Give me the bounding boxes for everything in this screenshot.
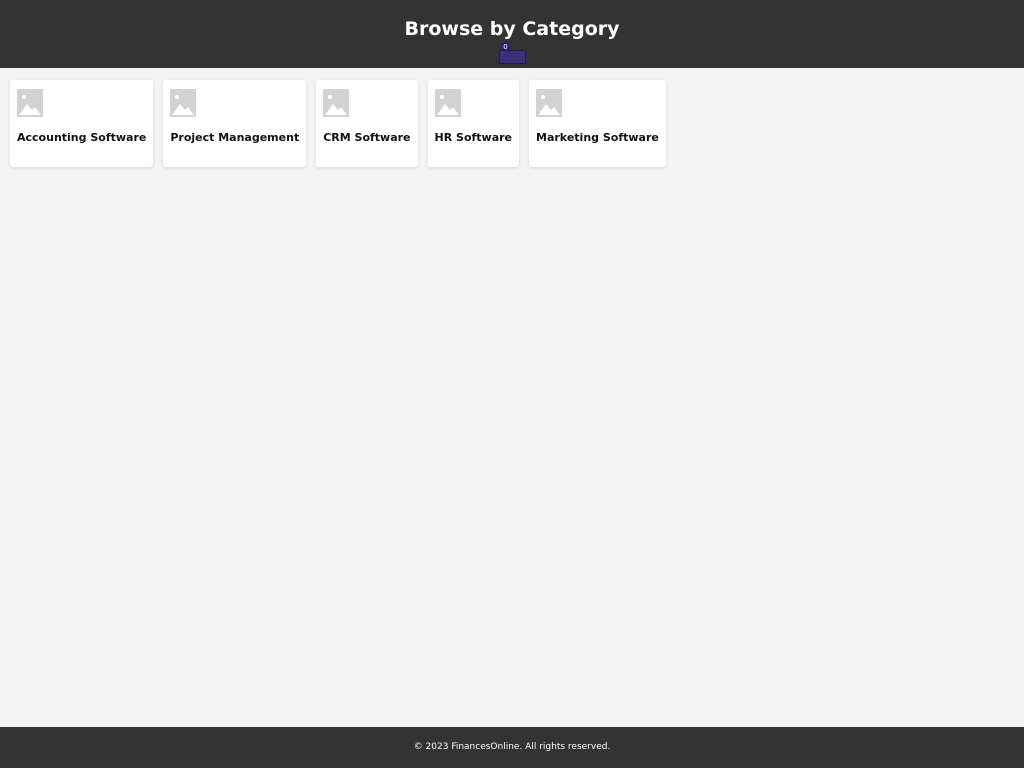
image-placeholder-icon [17, 89, 43, 117]
image-placeholder-icon [434, 89, 461, 117]
copyright-text: © 2023 FinancesOnline. All rights reserv… [413, 742, 611, 752]
category-card-crm[interactable]: CRM Software [316, 80, 418, 167]
category-card-project-management[interactable]: Project Management [163, 80, 307, 167]
category-label: HR Software [434, 131, 513, 144]
category-card-hr[interactable]: HR Software [427, 80, 520, 167]
image-placeholder-icon [170, 89, 197, 117]
site-header: Browse by Category 0 [0, 0, 1024, 68]
image-placeholder-icon [323, 89, 350, 117]
category-label: Marketing Software [536, 131, 659, 144]
cart-widget[interactable]: 0 [499, 41, 526, 64]
category-label: CRM Software [323, 131, 411, 144]
category-label: Accounting Software [17, 131, 147, 144]
site-footer: © 2023 FinancesOnline. All rights reserv… [0, 727, 1024, 768]
image-placeholder-icon [536, 89, 563, 117]
category-card-accounting[interactable]: Accounting Software [10, 80, 154, 167]
page: Browse by Category 0 Accounting Software [0, 0, 1024, 768]
category-label: Project Management [170, 131, 300, 144]
category-card-marketing[interactable]: Marketing Software [529, 80, 666, 167]
page-title: Browse by Category [404, 18, 620, 40]
category-grid: Accounting Software Project Management C… [10, 80, 666, 167]
cart-icon[interactable] [499, 50, 526, 64]
